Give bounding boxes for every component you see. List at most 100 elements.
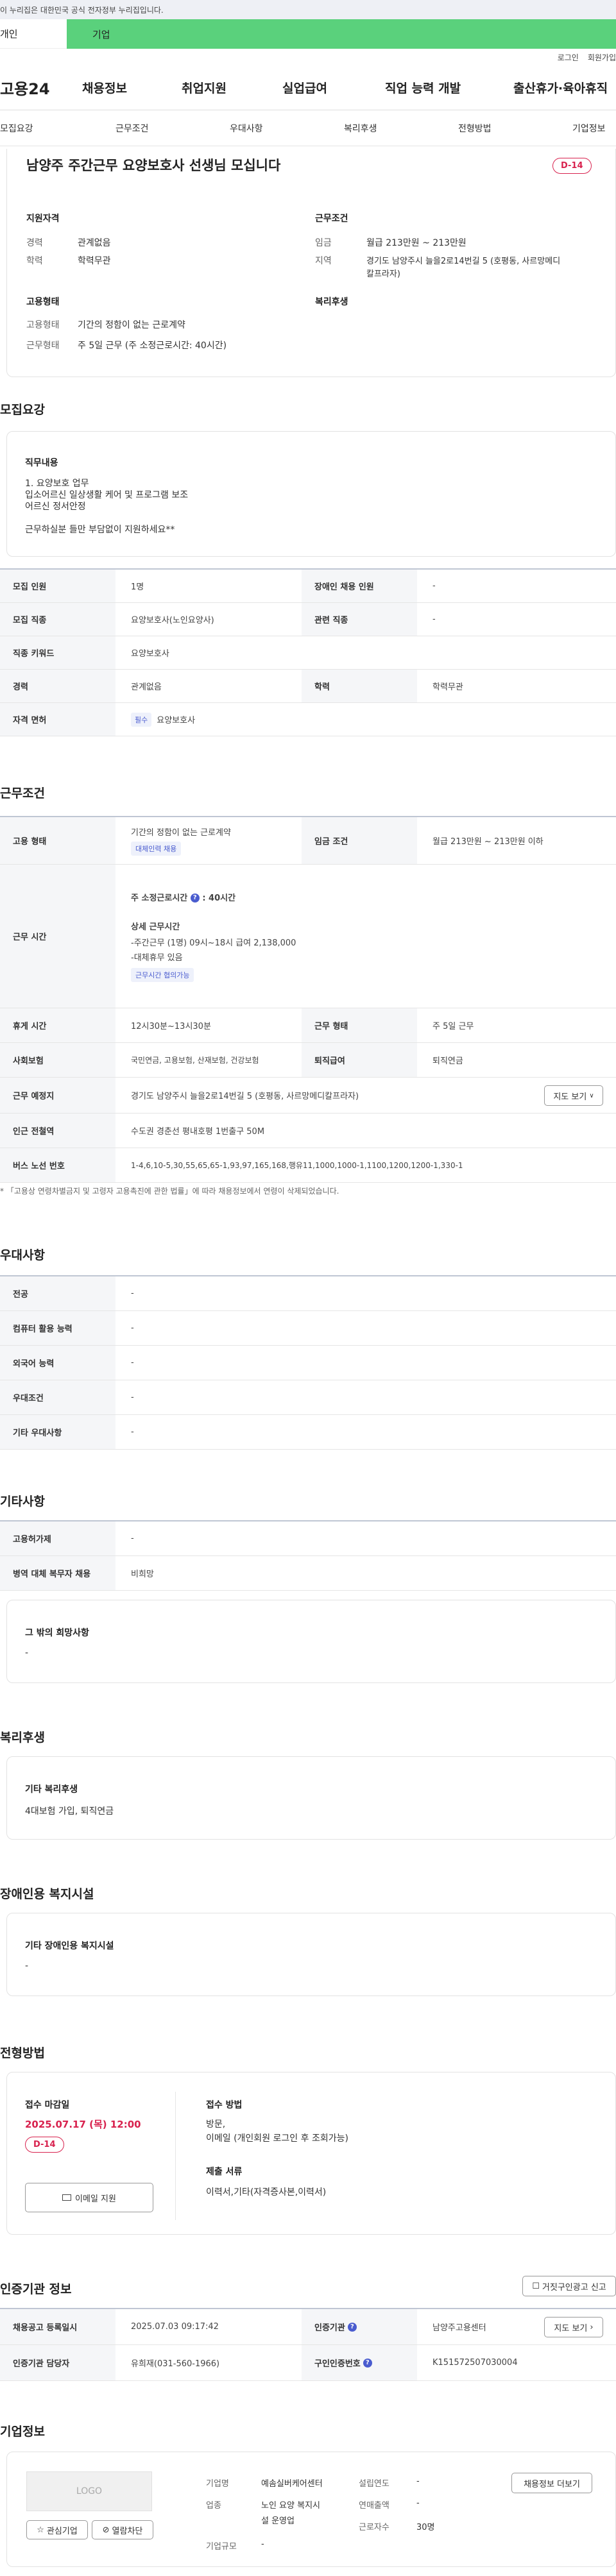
deadline-title: 접수 마감일 (25, 2100, 70, 2110)
table-row: 고용허가제 - (0, 1521, 616, 1556)
table-row: 인증기관 담당자 유희재(031-560-1966) 구인인증번호 ? K151… (0, 2345, 616, 2381)
map-view-button[interactable]: 지도 보기 ∨ (544, 1085, 603, 1106)
signup-link[interactable]: 회원가입 (588, 52, 616, 63)
work-section-title: 근무조건 (0, 786, 45, 801)
help-icon[interactable]: ? (363, 2358, 372, 2368)
work-condition-title: 근무조건 (315, 214, 348, 224)
table-row: 휴게 시간 12시30분~13시30분 근무 형태 주 5일 근무 (0, 1008, 616, 1043)
age-deletion-note: * 「고용상 연령차별금지 및 고령자 고용촉진에 관한 법률」에 따라 채용정… (0, 1187, 339, 1196)
company-logo-placeholder: LOGO (26, 2471, 152, 2511)
education-label: 학력 (26, 256, 43, 266)
station-value: 수도권 경춘선 평내호평 1번출구 50M (131, 1127, 265, 1137)
login-link[interactable]: 로그인 (558, 52, 579, 63)
gnb-item-unemployment-benefit[interactable]: 실업급여 (282, 79, 327, 96)
block-view-button[interactable]: ⊘ 열람차단 (92, 2520, 153, 2539)
deadline-value: 2025.07.17 (목) 12:00 (25, 2119, 141, 2130)
gnb-item-parental-leave[interactable]: 출산휴가·육아휴직 (513, 79, 608, 96)
required-badge: 필수 (131, 712, 152, 727)
company-name-value: 예솜실버케어센터 (261, 2479, 323, 2489)
method-line-2: 이메일 (개인회원 로그인 후 조회가능) (206, 2133, 348, 2144)
help-icon[interactable]: ? (190, 894, 200, 902)
company-industry-line2: 설 운영업 (261, 2516, 295, 2526)
method-title: 접수 방법 (206, 2100, 243, 2110)
chevron-right-icon: › (590, 2322, 594, 2332)
mail-icon (62, 2194, 72, 2201)
wage-detail: 월급 213만원 ~ 213만원 이하 (432, 837, 543, 847)
wish-title: 그 밖의 희망사항 (25, 1628, 89, 1638)
gnb-item-employment-support[interactable]: 취업지원 (182, 79, 227, 96)
cert-section-title: 인증기관 정보 (0, 2282, 72, 2296)
table-row: 근무 시간 주 소정근로시간 ? : 40시간 상세 근무시간 -주간근무 (1… (0, 865, 616, 1008)
weekly-hours-value: : 40시간 (202, 893, 236, 903)
work-type-value: 주 5일 근무 (주 소정근로시간: 40시간) (78, 341, 227, 351)
license-value: 요양보호사 (157, 716, 196, 725)
table-row: 채용공고 등록일시 2025.07.03 09:17:42 인증기관 ? 남양주… (0, 2309, 616, 2345)
block-icon: ⊘ (102, 2525, 110, 2535)
fake-ad-report-button[interactable]: ☐ 거짓구인광고 신고 (522, 2276, 616, 2296)
disabled-section-title: 장애인용 복지시설 (0, 1887, 94, 1901)
duty-line-3: 어르신 정서안정 (25, 502, 86, 512)
table-row: 우대조건 - (0, 1380, 616, 1415)
table-row: 외국어 능력 - (0, 1346, 616, 1380)
weekly-hours-label: 주 소정근로시간 (131, 893, 188, 903)
recruit-table: 모집 인원 1명 장애인 채용 인원 - 모집 직종 요양보호사(노인요양사) … (0, 568, 616, 736)
global-nav: 고용24 채용정보 취업지원 실업급여 직업 능력 개발 출산휴가·육아휴직 (0, 65, 616, 110)
subnav-selection[interactable]: 전형방법 (458, 122, 492, 135)
work-type-label: 근무형태 (26, 341, 60, 351)
cert-table: 채용공고 등록일시 2025.07.03 09:17:42 인증기관 ? 남양주… (0, 2308, 616, 2381)
tab-company[interactable]: 기업 (67, 19, 616, 49)
job-title: 남양주 주간근무 요양보호사 선생님 모십니다 (26, 158, 281, 173)
wish-card: 그 밖의 희망사항 - (6, 1600, 616, 1683)
company-card: LOGO ☆ 관심기업 ⊘ 열람차단 기업명 예솜실버케어센터 업종 노인 요양… (6, 2452, 616, 2567)
help-icon[interactable]: ? (347, 2322, 357, 2332)
tab-personal[interactable]: 개인 (0, 19, 67, 49)
employment-type-label: 고용형태 (26, 320, 60, 330)
table-row: 모집 인원 1명 장애인 채용 인원 - (0, 570, 616, 603)
employment-title: 고용형태 (26, 297, 60, 307)
subnav-company[interactable]: 기업정보 (572, 122, 606, 135)
company-year-value: - (416, 2477, 420, 2486)
area-value-line1: 경기도 남양주시 늘을2로14번길 5 (호평동, 사르망메디 (366, 257, 561, 266)
substitute-badge: 대체인력 채용 (131, 842, 182, 856)
email-apply-button[interactable]: 이메일 지원 (25, 2183, 153, 2212)
method-line-1: 방문, (206, 2119, 226, 2130)
company-sales-value: - (416, 2498, 420, 2508)
user-type-tabs: 개인 기업 (0, 19, 616, 49)
duty-line-5: 근무하실분 들만 부담없이 지원하세요** (25, 525, 175, 535)
company-industry-line1: 노인 요양 복지시 (261, 2501, 320, 2511)
wage-label: 임금 (315, 238, 332, 248)
government-notice-text: 이 누리집은 대한민국 공식 전자정부 누리집입니다. (0, 5, 164, 15)
docs-title: 제출 서류 (206, 2167, 243, 2177)
employment-type-value: 기간의 정함이 없는 근로계약 (78, 320, 185, 330)
selection-card: 접수 마감일 2025.07.17 (목) 12:00 D-14 이메일 지원 … (6, 2072, 616, 2235)
table-row: 컴퓨터 활용 능력 - (0, 1311, 616, 1346)
gnb-item-jobs[interactable]: 채용정보 (82, 79, 127, 96)
section-subnav: 모집요강 근무조건 우대사항 복리후생 전형방법 기업정보 (0, 110, 616, 146)
lock-icon: ☐ (532, 2281, 540, 2291)
favorite-company-button[interactable]: ☆ 관심기업 (26, 2520, 88, 2539)
work-table: 고용 형태 기간의 정함이 없는 근로계약 대체인력 채용 임금 조건 월급 2… (0, 816, 616, 1183)
subnav-preference[interactable]: 우대사항 (230, 122, 263, 135)
government-notice-bar: 이 누리집은 대한민국 공식 전자정부 누리집입니다. (0, 0, 616, 19)
disabled-title: 기타 장애인용 복지시설 (25, 1941, 114, 1951)
wish-value: - (25, 1648, 29, 1658)
duty-line-1: 1. 요양보호 업무 (25, 479, 89, 489)
welfare-card: 기타 복리후생 4대보험 가입, 퇴직연금 (6, 1756, 616, 1840)
subnav-conditions[interactable]: 근무조건 (116, 122, 149, 135)
subnav-recruit[interactable]: 모집요강 (0, 122, 33, 135)
welfare-title: 기타 복리후생 (25, 1784, 78, 1795)
company-jobs-button[interactable]: 채용정보 더보기 (511, 2473, 592, 2493)
cert-map-button[interactable]: 지도 보기 › (544, 2317, 603, 2337)
star-icon: ☆ (37, 2525, 44, 2535)
prefer-table: 전공 - 컴퓨터 활용 능력 - 외국어 능력 - 우대조건 - 기타 우대사항 - (0, 1275, 616, 1450)
hours-negotiable-badge: 근무시간 협의가능 (131, 967, 194, 982)
selection-section-title: 전형방법 (0, 2046, 45, 2060)
site-logo[interactable]: 고용24 (0, 76, 67, 99)
gnb-item-skills[interactable]: 직업 능력 개발 (385, 79, 461, 96)
table-row: 근무 예정지 경기도 남양주시 늘을2로14번길 5 (호평동, 사르망메디칼프… (0, 1078, 616, 1114)
subnav-welfare[interactable]: 복리후생 (344, 122, 377, 135)
area-label: 지역 (315, 256, 332, 266)
etc-section-title: 기타사항 (0, 1495, 45, 1509)
docs-value: 이력서,기타(자격증사본,이력서) (206, 2187, 327, 2198)
company-employees-value: 30명 (416, 2523, 435, 2532)
